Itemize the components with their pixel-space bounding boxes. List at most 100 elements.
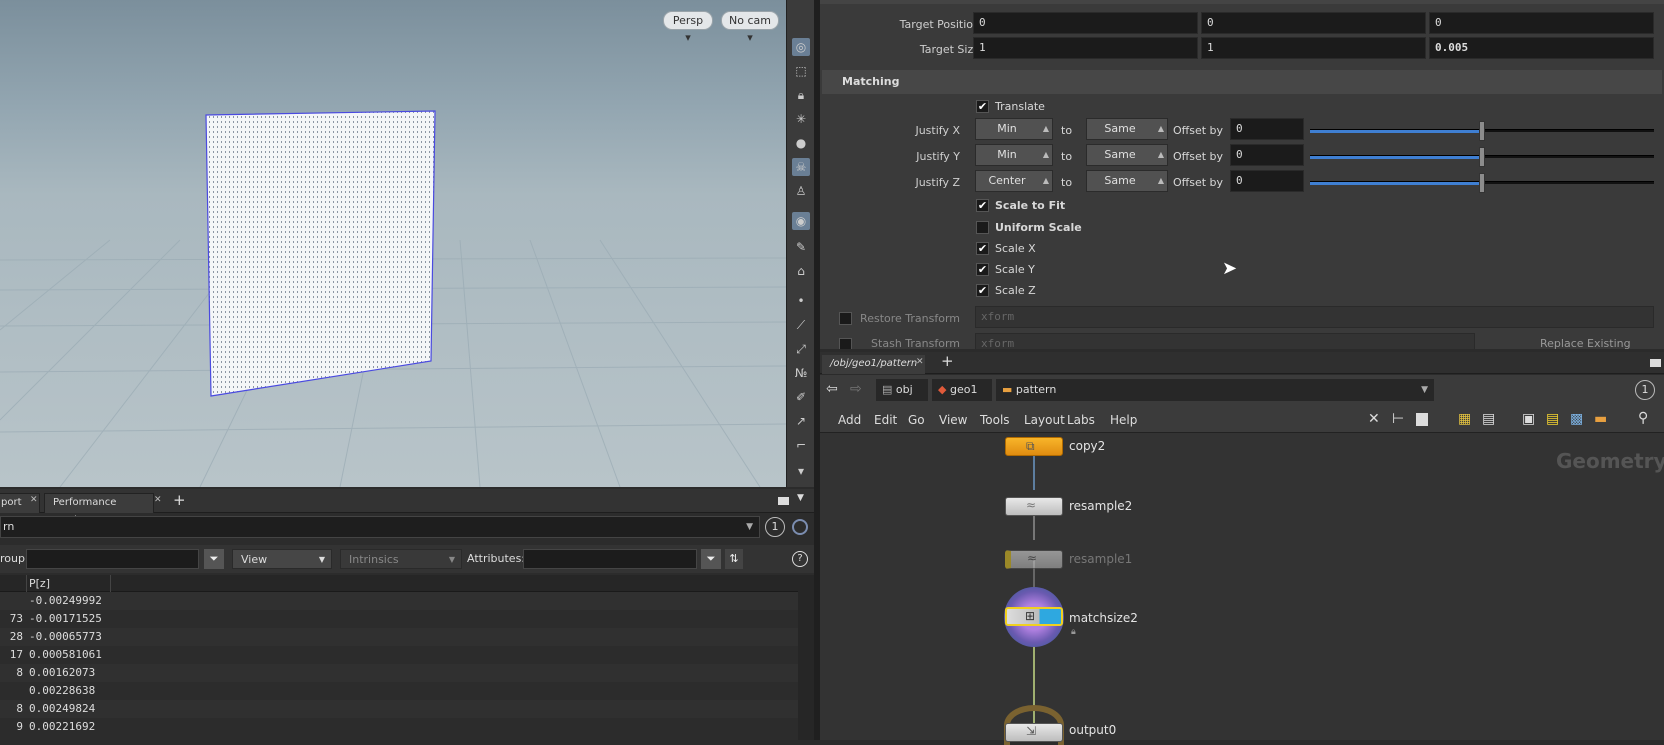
filter-icon[interactable]: ⏷	[204, 549, 224, 569]
axis-icon[interactable]: ⌐	[792, 436, 810, 454]
crumb-pattern[interactable]: ▬ pattern ▼	[996, 379, 1434, 401]
sticky-note-icon[interactable]: ▤	[1546, 411, 1559, 427]
pane-layout-icon[interactable]	[1650, 359, 1661, 367]
pin-badge[interactable]: 1	[1635, 380, 1655, 400]
justify-y-mode-menu[interactable]: Min ▲	[975, 144, 1053, 166]
justify-z-target-menu[interactable]: Same ▲	[1086, 170, 1168, 192]
justify-x-offset-slider[interactable]	[1310, 121, 1654, 141]
expand-down-icon[interactable]: ▾	[792, 462, 810, 480]
scale-to-fit-checkbox[interactable]: ✔	[976, 199, 989, 212]
search-icon[interactable]: ⚲	[1638, 410, 1648, 426]
justify-x-offset-field[interactable]: 0	[1230, 118, 1304, 140]
number-icon[interactable]: №	[792, 364, 810, 382]
shading-icon[interactable]: ●	[792, 134, 810, 152]
node-copy2[interactable]: ⧉	[1005, 437, 1063, 456]
add-tab-icon[interactable]: +	[941, 352, 954, 370]
justify-y-offset-field[interactable]: 0	[1230, 144, 1304, 166]
restore-transform-checkbox[interactable]	[839, 312, 852, 325]
slider-handle[interactable]	[1479, 147, 1485, 167]
table-row[interactable]: 9 0.00221692	[0, 718, 798, 736]
target-size-x[interactable]: 1	[973, 37, 1198, 59]
stash-transform-field[interactable]: xform	[975, 333, 1475, 349]
target-position-y[interactable]: 0	[1201, 12, 1426, 34]
add-tab-icon[interactable]: +	[173, 491, 186, 509]
wrench-icon[interactable]: ✕	[1368, 411, 1380, 427]
edge-icon[interactable]: ⟋	[792, 316, 810, 334]
menu-labs[interactable]: Labs	[1067, 413, 1095, 427]
spreadsheet-scrollbar[interactable]	[798, 575, 814, 740]
column-header-pz[interactable]: P[z]	[29, 577, 50, 590]
person-icon[interactable]: ♙	[792, 182, 810, 200]
table-row[interactable]: 8 0.00249824	[0, 700, 798, 718]
table-row[interactable]: 8 0.00162073	[0, 664, 798, 682]
menu-edit[interactable]: Edit	[874, 413, 897, 427]
justify-x-mode-menu[interactable]: Min ▲	[975, 118, 1053, 140]
stash-transform-checkbox[interactable]	[839, 338, 852, 349]
point-icon[interactable]: •	[792, 292, 810, 310]
node-matchsize2[interactable]: ⊞	[1005, 607, 1063, 626]
xray-icon[interactable]: ✳	[792, 110, 810, 128]
scale-x-checkbox[interactable]: ✔	[976, 242, 989, 255]
chevron-down-icon[interactable]: ▼	[797, 493, 804, 503]
replace-existing-label[interactable]: Replace Existing	[1540, 337, 1631, 349]
table-row[interactable]: -0.00249992	[0, 592, 798, 610]
list-icon[interactable]	[1416, 413, 1428, 426]
justify-y-target-menu[interactable]: Same ▲	[1086, 144, 1168, 166]
tab-performance-monitor[interactable]: Performance Monitor	[44, 493, 154, 526]
vertex-icon[interactable]: ⤢	[792, 340, 810, 358]
scene-viewport[interactable]: Persp ▾ No cam ▾	[0, 0, 786, 487]
node-resample1[interactable]: ≈	[1005, 550, 1063, 569]
lock-icon[interactable]: 🔒︎	[792, 86, 810, 104]
intrinsics-dropdown[interactable]: Intrinsics ▼	[340, 549, 462, 569]
close-icon[interactable]: ✕	[154, 495, 162, 505]
pen-icon[interactable]: ✐	[792, 388, 810, 406]
node-path-field[interactable]: rn ▼	[0, 516, 760, 538]
slider-handle[interactable]	[1479, 121, 1485, 141]
scale-y-checkbox[interactable]: ✔	[976, 263, 989, 276]
attributes-field[interactable]	[523, 549, 697, 569]
skull-icon[interactable]: ☠	[792, 158, 810, 176]
sort-icon[interactable]: ⇅	[725, 549, 743, 569]
brush-icon[interactable]: ✎	[792, 238, 810, 256]
back-icon[interactable]: ⇦	[826, 381, 838, 397]
camera-menu[interactable]: No cam ▾	[721, 11, 779, 44]
menu-go[interactable]: Go	[908, 413, 925, 427]
target-position-z[interactable]: 0	[1429, 12, 1654, 34]
forward-icon[interactable]: ⇨	[850, 381, 862, 397]
color-palette-icon[interactable]: ▦	[1458, 411, 1471, 427]
menu-view[interactable]: View	[939, 413, 967, 427]
link-icon[interactable]	[792, 519, 808, 535]
table-row[interactable]: 0.00228638	[0, 682, 798, 700]
filter-icon[interactable]: ⏷	[701, 549, 721, 569]
tab-network[interactable]: /obj/geo1/pattern	[822, 355, 926, 374]
image-icon[interactable]: ▣	[1522, 411, 1535, 427]
justify-x-target-menu[interactable]: Same ▲	[1086, 118, 1168, 140]
menu-help[interactable]: Help	[1110, 413, 1137, 427]
close-icon[interactable]: ✕	[916, 357, 924, 367]
table-row[interactable]: 17 0.000581061	[0, 646, 798, 664]
justify-z-mode-menu[interactable]: Center ▲	[975, 170, 1053, 192]
translate-checkbox[interactable]: ✔	[976, 100, 989, 113]
camera-view-icon[interactable]: ◉	[792, 212, 810, 230]
display-options-icon[interactable]: ⌂	[792, 262, 810, 280]
chevron-down-icon[interactable]: ▼	[1421, 379, 1428, 401]
tree-icon[interactable]: ⊢	[1392, 411, 1404, 427]
justify-y-offset-slider[interactable]	[1310, 147, 1654, 167]
wireframe-icon[interactable]: ⬚	[792, 62, 810, 80]
network-box-icon[interactable]: ▬	[1594, 411, 1607, 427]
group-field[interactable]	[26, 549, 199, 569]
menu-layout[interactable]: Layout	[1024, 413, 1065, 427]
section-header-matching[interactable]: Matching	[822, 70, 1662, 94]
network-editor[interactable]: Geometry ⧉ copy2 ≈ resample2 ≈ resample1…	[820, 433, 1664, 745]
normal-icon[interactable]: ↗	[792, 412, 810, 430]
table-row[interactable]: 28 -0.00065773	[0, 628, 798, 646]
help-icon[interactable]: ?	[792, 551, 808, 567]
background-image-icon[interactable]: ▩	[1570, 411, 1583, 427]
node-output0[interactable]: ⇲	[1005, 723, 1063, 742]
uniform-scale-checkbox[interactable]	[976, 221, 989, 234]
view-dropdown[interactable]: View ▼	[232, 549, 332, 569]
restore-transform-field[interactable]: xform	[975, 306, 1654, 328]
persp-menu[interactable]: Persp ▾	[663, 11, 713, 44]
node-resample2[interactable]: ≈	[1005, 497, 1063, 516]
menu-tools[interactable]: Tools	[980, 413, 1010, 427]
